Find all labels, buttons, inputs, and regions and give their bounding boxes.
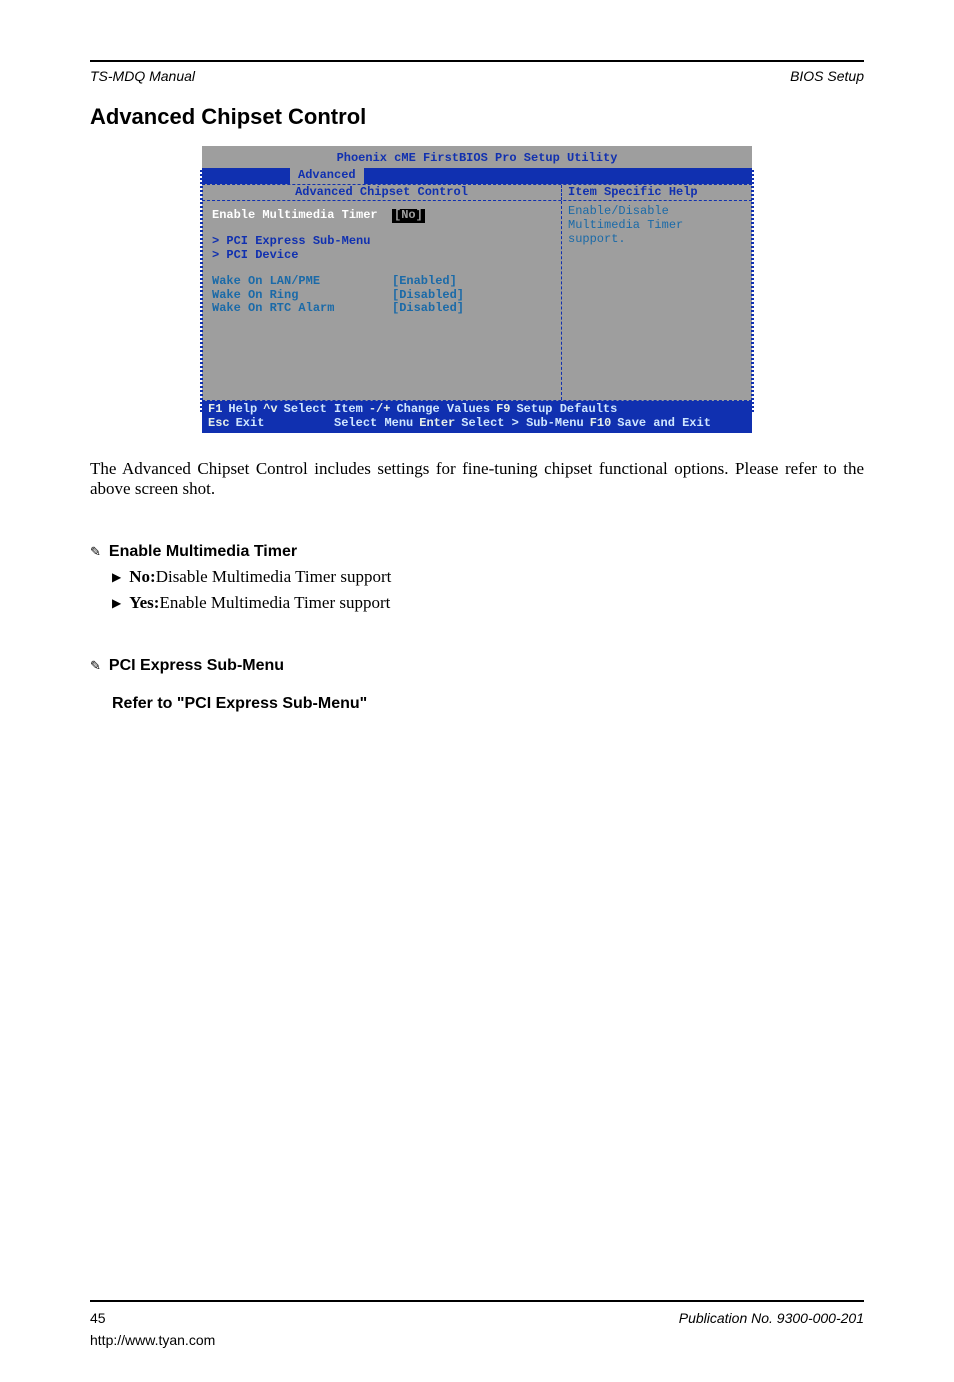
bios-item-label: > PCI Device	[212, 249, 392, 263]
bios-help-text: Enable/Disable Multimedia Timer support.	[562, 201, 752, 400]
page-number: 45	[90, 1310, 106, 1326]
bios-item-label: Wake On LAN/PME	[212, 275, 392, 289]
bios-item-value: [Enabled]	[392, 275, 457, 289]
bullet-icon: ✎	[90, 544, 101, 560]
bios-item[interactable]: Wake On Ring [Disabled]	[212, 289, 551, 303]
bios-submenu-pci-device[interactable]: > PCI Device	[212, 249, 551, 263]
option-heading: Enable Multimedia Timer	[109, 543, 297, 561]
bios-submenu-pci-express[interactable]: > PCI Express Sub-Menu	[212, 235, 551, 249]
bios-footer: F1Help ^vSelect Item -/+Change Values F9…	[202, 401, 752, 433]
bios-item[interactable]: Wake On LAN/PME [Enabled]	[212, 275, 551, 289]
bios-menu-tab-advanced[interactable]: Advanced	[290, 168, 364, 184]
footer-url: http://www.tyan.com	[90, 1332, 215, 1348]
option-value-yes: ▶ Yes: Enable Multimedia Timer support	[90, 593, 864, 613]
bios-item[interactable]: Wake On RTC Alarm [Disabled]	[212, 302, 551, 316]
publication-number: Publication No. 9300-000-201	[679, 1310, 864, 1326]
option-pci-express-sub-menu: ✎ PCI Express Sub-Menu Refer to "PCI Exp…	[90, 635, 864, 713]
option-refer: Refer to "PCI Express Sub-Menu"	[90, 695, 864, 713]
bios-item-value: [Disabled]	[392, 302, 464, 316]
triangle-icon: ▶	[112, 570, 121, 584]
bios-item-label: Wake On Ring	[212, 289, 392, 303]
bios-panel-title: Advanced Chipset Control	[202, 185, 562, 201]
bios-item-label: > PCI Express Sub-Menu	[212, 235, 392, 249]
section-heading: Advanced Chipset Control	[90, 104, 864, 130]
bios-item-label: Enable Multimedia Timer	[212, 209, 392, 223]
bios-item[interactable]: Enable Multimedia Timer [No]	[212, 209, 551, 223]
bios-item-value: [No]	[392, 209, 425, 223]
bios-screenshot: Phoenix cME FirstBIOS Pro Setup Utility …	[202, 146, 752, 433]
bios-menu-bar: Advanced	[202, 168, 752, 184]
option-value-no: ▶ No: Disable Multimedia Timer support	[90, 567, 864, 587]
bios-utility-title: Phoenix cME FirstBIOS Pro Setup Utility	[202, 150, 752, 168]
option-enable-multimedia-timer: ✎ Enable Multimedia Timer ▶ No: Disable …	[90, 521, 864, 613]
bullet-icon: ✎	[90, 658, 101, 674]
chapter-title: BIOS Setup	[790, 68, 864, 84]
intro-paragraph: The Advanced Chipset Control includes se…	[90, 459, 864, 499]
triangle-icon: ▶	[112, 596, 121, 610]
bios-item-value: [Disabled]	[392, 289, 464, 303]
bios-item-label: Wake On RTC Alarm	[212, 302, 392, 316]
bios-help-title: Item Specific Help	[562, 185, 752, 201]
manual-title: TS-MDQ Manual	[90, 68, 195, 84]
option-heading: PCI Express Sub-Menu	[109, 657, 284, 675]
